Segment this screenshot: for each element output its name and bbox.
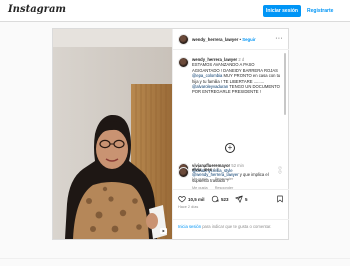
comment-username[interactable]: elvia_ines xyxy=(192,167,212,172)
caption-body-1: ESTAMOS AVANZANDO A PASO AGIGANTADO ! DA… xyxy=(192,62,278,73)
post-actions: 10,5 mil 523 5 Hace 2 días xyxy=(173,189,289,219)
reel-icon xyxy=(160,228,167,234)
comment-heart-icon[interactable]: ♡ xyxy=(278,170,282,176)
video-frame-image xyxy=(53,29,172,239)
comment-action[interactable]: 523 xyxy=(211,195,229,203)
caption-text: wendy_herrera_lawyer 2 d ESTAMOS AVANZAN… xyxy=(192,57,282,95)
comment-icon xyxy=(211,195,219,203)
heart-icon xyxy=(178,196,186,203)
scrollbar-thumb[interactable] xyxy=(284,53,286,115)
comment-item: elvia_ines 1 h @wendy_herrera_lawyer y q… xyxy=(178,167,282,190)
post-side-panel: wendy_herrera_lawyer • Seguir ··· wendy_… xyxy=(172,29,289,239)
login-prompt: Inicia sesión para indicar que te gusta … xyxy=(173,219,289,239)
instagram-logo[interactable]: Instagram xyxy=(8,4,66,15)
share-icon xyxy=(235,195,243,203)
comment-text: elvia_ines 1 h @wendy_herrera_lawyer y q… xyxy=(192,167,282,183)
comment-avatar[interactable] xyxy=(178,167,189,178)
signup-link[interactable]: Registrarte xyxy=(307,5,333,17)
author-header-line: wendy_herrera_lawyer • Seguir xyxy=(192,37,256,42)
login-prompt-link[interactable]: Inicia sesión xyxy=(178,224,201,229)
like-action[interactable]: 10,5 mil xyxy=(178,195,205,203)
post-date: Hace 2 días xyxy=(178,205,199,209)
caption: wendy_herrera_lawyer 2 d ESTAMOS AVANZAN… xyxy=(178,57,282,95)
more-options-icon[interactable]: ··· xyxy=(275,35,283,42)
shares-count: 5 xyxy=(245,196,248,202)
author-avatar[interactable] xyxy=(178,34,189,45)
login-button[interactable]: Iniciar sesión xyxy=(263,5,301,17)
top-navigation-bar: Instagram Iniciar sesión Registrarte xyxy=(0,0,350,22)
share-action[interactable]: 5 xyxy=(235,195,248,203)
post-header: wendy_herrera_lawyer • Seguir ··· xyxy=(173,29,289,50)
caption-tag-1[interactable]: @epa_colombia xyxy=(192,73,222,78)
save-action[interactable] xyxy=(276,195,286,203)
comments-count: 523 xyxy=(221,196,229,202)
likes-count: 10,5 mil xyxy=(188,196,205,202)
comment-time: 1 h xyxy=(213,167,220,172)
author-username[interactable]: wendy_herrera_lawyer xyxy=(192,37,238,42)
post-video[interactable] xyxy=(53,29,172,239)
footer-divider xyxy=(0,258,350,259)
caption-tag-2[interactable]: @alvaroleyvaduran xyxy=(192,84,228,89)
plus-circle-icon[interactable]: + xyxy=(225,143,235,153)
login-prompt-text: para indicar que te gusta o comentar. xyxy=(202,224,272,229)
caption-time: 2 d xyxy=(238,57,245,62)
caption-username[interactable]: wendy_herrera_lawyer xyxy=(192,57,237,62)
comment-mention[interactable]: @wendy_herrera_lawyer xyxy=(192,172,239,177)
post-card: wendy_herrera_lawyer • Seguir ··· wendy_… xyxy=(52,28,289,240)
bookmark-icon xyxy=(277,195,283,203)
caption-avatar[interactable] xyxy=(178,57,189,68)
follow-button[interactable]: Seguir xyxy=(242,37,255,42)
